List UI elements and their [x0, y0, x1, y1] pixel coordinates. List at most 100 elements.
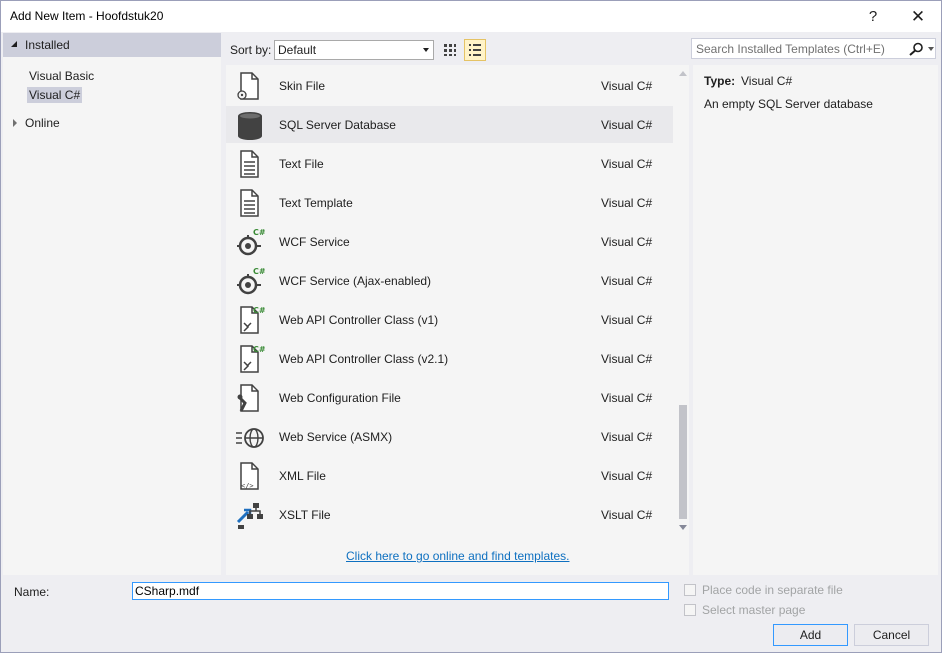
search-input[interactable] — [692, 39, 902, 58]
help-icon: ? — [868, 8, 878, 25]
name-label: Name: — [14, 585, 50, 599]
template-item-name: WCF Service (Ajax-enabled) — [279, 274, 432, 288]
svg-text:C#: C# — [253, 267, 265, 276]
template-tree: Installed Visual Basic Visual C# Online — [3, 33, 221, 575]
template-item-type: Visual C# — [601, 430, 653, 444]
template-item-type: Visual C# — [601, 79, 653, 93]
svg-text:C#: C# — [253, 345, 265, 354]
template-info-panel: Type: Visual C# An empty SQL Server data… — [693, 65, 938, 575]
template-item[interactable]: Text Template Visual C# — [226, 184, 673, 221]
template-item[interactable]: XSLT File Visual C# — [226, 496, 673, 533]
search-icon[interactable] — [908, 42, 924, 56]
template-item-name: Web API Controller Class (v2.1) — [279, 352, 449, 366]
add-button-label: Add — [799, 628, 822, 642]
scroll-down-arrow-icon[interactable] — [679, 525, 687, 530]
sort-by-value: Default — [278, 43, 317, 57]
template-item-type: Visual C# — [601, 235, 653, 249]
select-master-page-checkbox[interactable] — [684, 604, 696, 616]
place-code-checkbox[interactable] — [684, 584, 696, 596]
template-item-type: Visual C# — [601, 157, 653, 171]
text-template-icon — [240, 189, 259, 217]
template-item-name: XSLT File — [279, 508, 331, 522]
web-api-controller-icon: C# — [240, 345, 265, 373]
list-toolbar: Sort by: Default — [223, 34, 689, 64]
wcf-service-icon: C# — [237, 267, 265, 295]
scroll-up-arrow-icon[interactable] — [679, 71, 687, 76]
template-item-name: XML File — [279, 469, 326, 483]
tree-label-installed: Installed — [25, 38, 70, 52]
add-button[interactable]: Add — [773, 624, 848, 646]
close-button[interactable]: ✕ — [896, 1, 940, 32]
xml-file-icon: </> — [240, 462, 259, 490]
name-field[interactable] — [132, 582, 669, 600]
svg-text:</>: </> — [241, 482, 254, 490]
scroll-thumb[interactable] — [679, 405, 687, 519]
template-item-name: WCF Service — [279, 235, 350, 249]
help-button[interactable]: ? — [851, 1, 895, 32]
collapsed-arrow-icon[interactable] — [13, 119, 17, 127]
template-item-type: Visual C# — [601, 391, 653, 405]
search-box[interactable] — [691, 38, 936, 59]
search-options-chevron-icon[interactable] — [928, 47, 934, 51]
template-item[interactable]: Web Configuration File Visual C# — [226, 379, 673, 416]
template-description: An empty SQL Server database — [704, 97, 873, 111]
place-code-label: Place code in separate file — [702, 583, 843, 597]
skin-file-icon — [237, 72, 259, 100]
cancel-button-label: Cancel — [872, 628, 911, 642]
template-item-type: Visual C# — [601, 274, 653, 288]
template-list: Skin File Visual C# SQL Server Database Vis… — [226, 65, 689, 575]
text-file-icon — [240, 150, 259, 178]
web-api-controller-icon: C# — [240, 306, 265, 334]
close-icon: ✕ — [910, 6, 926, 26]
find-templates-online-link[interactable]: Click here to go online and find templat… — [346, 549, 569, 563]
template-item-name: SQL Server Database — [279, 118, 396, 132]
template-item[interactable]: Web Service (ASMX) Visual C# — [226, 418, 673, 455]
tree-node-visual-basic[interactable]: Visual Basic — [29, 69, 94, 83]
tree-node-installed[interactable]: Installed — [3, 33, 221, 57]
template-item[interactable]: SQL Server Database Visual C# — [226, 106, 673, 143]
template-item-type: Visual C# — [601, 352, 653, 366]
wcf-service-icon: C# — [237, 228, 265, 256]
svg-text:C#: C# — [253, 228, 265, 237]
select-master-page-label: Select master page — [702, 603, 806, 617]
template-item-type: Visual C# — [601, 508, 653, 522]
add-new-item-dialog: Add New Item - Hoofdstuk20 ? ✕ Installed… — [0, 0, 942, 653]
template-item[interactable]: Text File Visual C# — [226, 145, 673, 182]
template-item[interactable]: </> XML File Visual C# — [226, 457, 673, 494]
template-item-type: Visual C# — [601, 196, 653, 210]
small-icons-view-button[interactable] — [464, 39, 486, 61]
title-bar: Add New Item - Hoofdstuk20 ? ✕ — [1, 1, 941, 32]
template-item[interactable]: C# Web API Controller Class (v1) Visual C# — [226, 301, 673, 338]
window-title: Add New Item - Hoofdstuk20 — [10, 9, 164, 23]
template-item[interactable]: C# WCF Service Visual C# — [226, 223, 673, 260]
database-icon — [238, 112, 262, 140]
sort-by-label: Sort by: — [230, 43, 272, 57]
medium-icons-view-button[interactable] — [439, 39, 461, 61]
template-item-name: Web Service (ASMX) — [279, 430, 393, 444]
template-list-scrollbar[interactable] — [676, 65, 689, 535]
template-item-type: Visual C# — [601, 469, 653, 483]
template-item-name: Web Configuration File — [279, 391, 401, 405]
template-item-type: Visual C# — [601, 118, 653, 132]
template-item-name: Skin File — [279, 79, 326, 93]
svg-text:C#: C# — [253, 306, 265, 315]
chevron-down-icon — [423, 48, 429, 52]
list-view-icon — [469, 44, 481, 56]
template-item-type: Visual C# — [601, 313, 653, 327]
template-item-name: Web API Controller Class (v1) — [279, 313, 439, 327]
expanded-arrow-icon[interactable] — [11, 41, 17, 47]
web-service-globe-icon — [236, 428, 264, 448]
template-item-name: Text Template — [279, 196, 353, 210]
tree-node-visual-csharp[interactable]: Visual C# — [27, 87, 83, 103]
sort-by-dropdown[interactable]: Default — [274, 40, 434, 60]
template-item-name: Text File — [279, 157, 324, 171]
tree-node-online[interactable]: Online — [25, 116, 60, 130]
template-item[interactable]: C# Web API Controller Class (v2.1) Visual … — [226, 340, 673, 377]
grid-view-icon — [444, 44, 456, 56]
xslt-file-icon — [236, 503, 263, 529]
template-item[interactable]: C# WCF Service (Ajax-enabled) Visual C# — [226, 262, 673, 299]
type-value: Visual C# — [741, 74, 793, 88]
template-item[interactable]: Skin File Visual C# — [226, 67, 673, 104]
cancel-button[interactable]: Cancel — [854, 624, 929, 646]
type-label: Type: — [704, 74, 736, 88]
